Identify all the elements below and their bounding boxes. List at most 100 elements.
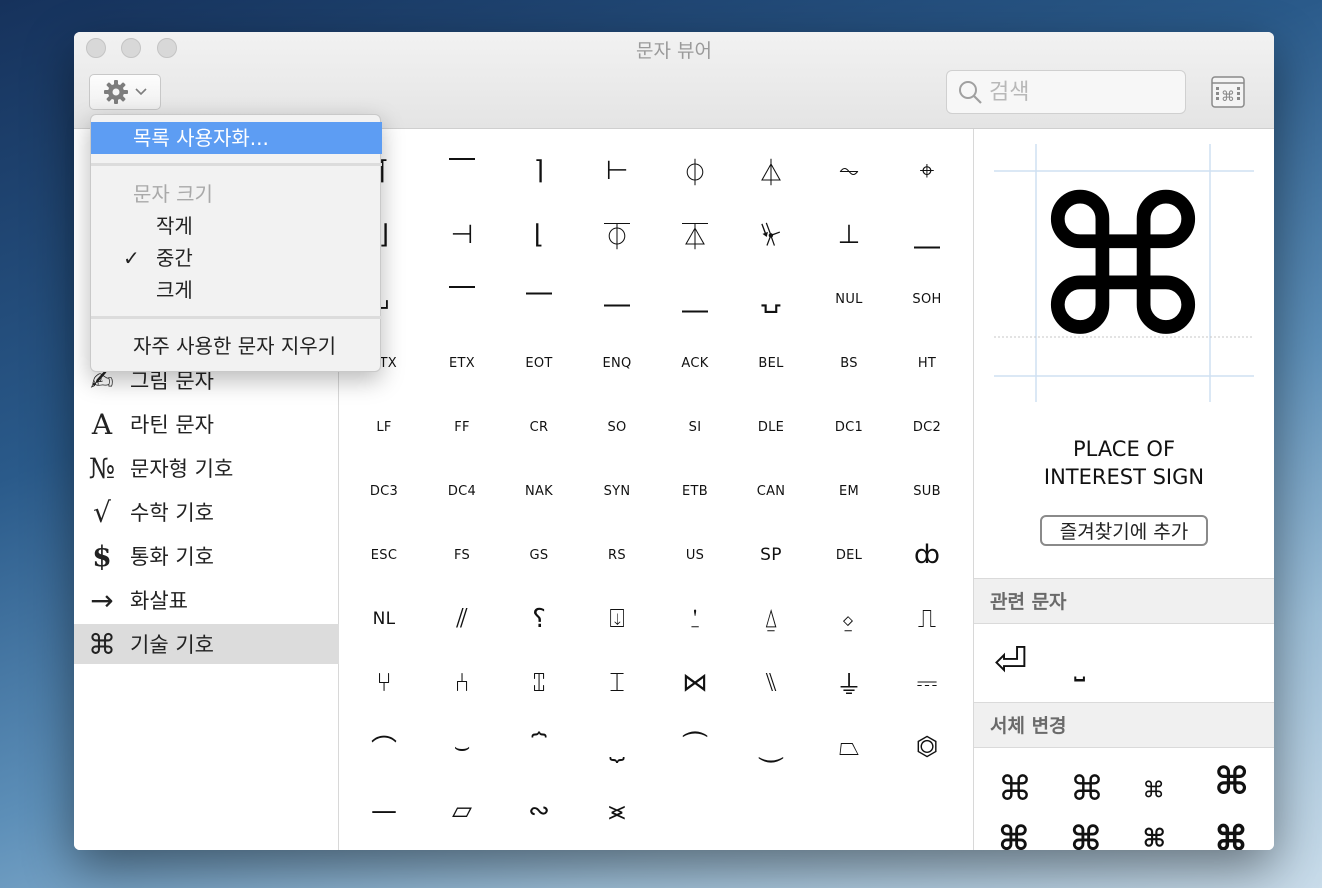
char-cell[interactable]: ⏁: [578, 203, 656, 267]
char-cell[interactable]: ȸ: [888, 523, 966, 587]
char-cell[interactable]: ⌶: [578, 651, 656, 715]
char-cell[interactable]: ⍘: [656, 587, 734, 651]
char-cell[interactable]: ACK: [656, 331, 734, 395]
sidebar-item-arrows[interactable]: → 화살표: [74, 580, 339, 620]
clear-recent-item[interactable]: 자주 사용한 문자 지우기: [91, 330, 382, 362]
add-to-favorites-button[interactable]: 즐겨찾기에 추가: [1040, 515, 1208, 546]
char-cell[interactable]: ETX: [423, 331, 501, 395]
char-cell[interactable]: DC3: [345, 459, 423, 523]
char-cell[interactable]: DEL: [810, 523, 888, 587]
search-input[interactable]: [989, 79, 1179, 105]
sidebar-item-latin[interactable]: A 라틴 문자: [74, 404, 339, 444]
char-cell[interactable]: ▱: [423, 779, 501, 843]
char-cell[interactable]: ⌖: [888, 139, 966, 203]
char-cell[interactable]: ⏃: [732, 139, 810, 203]
char-cell[interactable]: EM: [810, 459, 888, 523]
font-variant[interactable]: ⌘: [1214, 819, 1248, 850]
char-cell[interactable]: NAK: [500, 459, 578, 523]
char-cell[interactable]: DC4: [423, 459, 501, 523]
char-cell[interactable]: ⍽: [732, 267, 810, 331]
char-cell[interactable]: ⏧: [732, 203, 810, 267]
char-cell[interactable]: SO: [578, 395, 656, 459]
char-cell[interactable]: FS: [423, 523, 501, 587]
char-cell[interactable]: CAN: [732, 459, 810, 523]
char-cell[interactable]: DC2: [888, 395, 966, 459]
char-cell[interactable]: ⎻: [500, 267, 578, 331]
char-cell[interactable]: ⎽: [888, 203, 966, 267]
font-variant[interactable]: ⌘: [998, 769, 1032, 809]
char-cell[interactable]: ⏜: [656, 715, 734, 779]
char-cell[interactable]: ⊢: [578, 139, 656, 203]
char-cell[interactable]: ⌣: [423, 715, 501, 779]
char-cell[interactable]: DC1: [810, 395, 888, 459]
char-cell[interactable]: ⏀: [656, 139, 734, 203]
char-cell[interactable]: ⍙: [732, 587, 810, 651]
char-cell[interactable]: GS: [500, 523, 578, 587]
char-cell[interactable]: ∾: [500, 779, 578, 843]
char-cell[interactable]: ⋈: [656, 651, 734, 715]
char-cell[interactable]: ⏝: [732, 715, 810, 779]
char-cell[interactable]: ⌊: [500, 203, 578, 267]
keyboard-viewer-icon[interactable]: ⌘: [1211, 76, 1245, 108]
font-variant[interactable]: ⌘: [1070, 819, 1102, 850]
char-cell[interactable]: ⑂: [345, 651, 423, 715]
char-cell[interactable]: ⸮: [500, 587, 578, 651]
char-cell[interactable]: ⏦: [810, 139, 888, 203]
char-cell[interactable]: BS: [810, 331, 888, 395]
sidebar-item-math[interactable]: √ 수학 기호: [74, 492, 339, 532]
font-variant[interactable]: ⌘: [1070, 769, 1104, 809]
sidebar-item-letterlike[interactable]: № 문자형 기호: [74, 448, 339, 488]
char-cell[interactable]: US: [656, 523, 734, 587]
char-cell[interactable]: EOT: [500, 331, 578, 395]
char-cell[interactable]: —: [345, 779, 423, 843]
char-cell[interactable]: ⏄: [656, 203, 734, 267]
char-cell[interactable]: SP: [732, 523, 810, 587]
char-cell[interactable]: ENQ: [578, 331, 656, 395]
char-cell[interactable]: ETB: [656, 459, 734, 523]
char-cell[interactable]: ⎺: [423, 139, 501, 203]
char-cell[interactable]: SUB: [888, 459, 966, 523]
char-cell[interactable]: ⌉: [500, 139, 578, 203]
char-cell[interactable]: ⎺: [423, 267, 501, 331]
char-cell[interactable]: DLE: [732, 395, 810, 459]
sidebar-item-currency[interactable]: $ 통화 기호: [74, 536, 339, 576]
char-cell[interactable]: ESC: [345, 523, 423, 587]
char-cell[interactable]: ⎍: [888, 587, 966, 651]
char-cell[interactable]: SI: [656, 395, 734, 459]
font-variant[interactable]: ⌘: [1144, 819, 1164, 850]
size-small-item[interactable]: 작게: [91, 210, 382, 242]
char-cell[interactable]: NUL: [810, 267, 888, 331]
font-variant[interactable]: ⌘: [1144, 771, 1163, 809]
char-cell[interactable]: ⎓: [888, 651, 966, 715]
char-cell[interactable]: ⏚: [810, 651, 888, 715]
char-cell[interactable]: SYN: [578, 459, 656, 523]
char-cell[interactable]: NL: [345, 587, 423, 651]
char-cell[interactable]: HT: [888, 331, 966, 395]
char-cell[interactable]: BEL: [732, 331, 810, 395]
char-cell[interactable]: ⊥: [810, 203, 888, 267]
action-menu-button[interactable]: [89, 74, 161, 110]
char-cell[interactable]: RS: [578, 523, 656, 587]
related-char-return[interactable]: ⏎: [994, 639, 1028, 685]
char-cell[interactable]: LF: [345, 395, 423, 459]
customize-list-item[interactable]: 목록 사용자화...: [91, 122, 382, 154]
char-cell[interactable]: ⑊: [732, 651, 810, 715]
size-medium-item[interactable]: ✓ 중간: [91, 242, 382, 274]
char-cell[interactable]: ⪤: [578, 779, 656, 843]
char-cell[interactable]: ⎼: [578, 267, 656, 331]
char-cell[interactable]: ⍚: [810, 587, 888, 651]
char-cell[interactable]: ⑃: [423, 651, 501, 715]
char-cell[interactable]: FF: [423, 395, 501, 459]
char-cell[interactable]: ⊣: [423, 203, 501, 267]
related-char-space[interactable]: ⎵: [1074, 649, 1085, 683]
char-cell[interactable]: ⏢: [810, 715, 888, 779]
char-cell[interactable]: ⫽: [423, 587, 501, 651]
font-variant[interactable]: ⌘: [998, 819, 1030, 850]
char-cell[interactable]: SOH: [888, 267, 966, 331]
char-cell[interactable]: ⎽: [656, 267, 734, 331]
char-cell[interactable]: ⏣: [888, 715, 966, 779]
size-large-item[interactable]: 크게: [91, 274, 382, 306]
char-cell[interactable]: CR: [500, 395, 578, 459]
sidebar-item-technical[interactable]: ⌘ 기술 기호: [74, 624, 339, 664]
char-cell[interactable]: ⏟: [578, 715, 656, 779]
